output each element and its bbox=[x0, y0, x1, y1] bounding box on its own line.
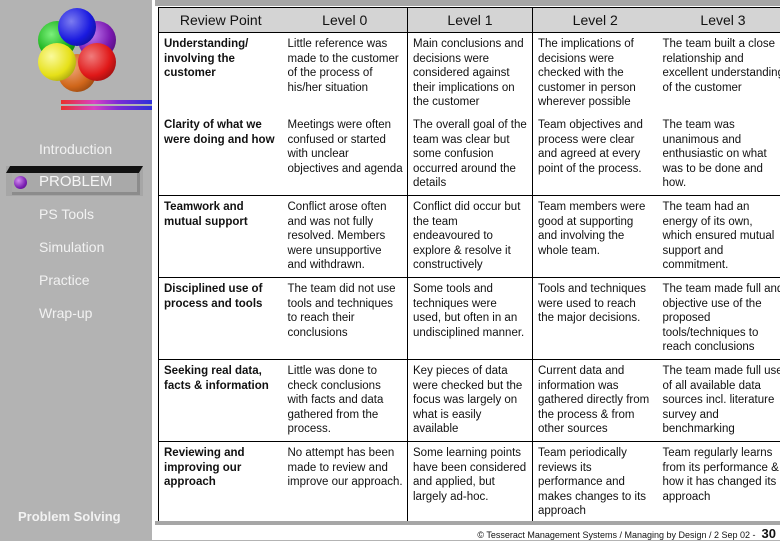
level-0-cell: No attempt has been made to review and i… bbox=[283, 442, 408, 524]
level-0-cell: Little was done to check conclusions wit… bbox=[283, 360, 408, 442]
main-content: Review Point Level 0 Level 1 Level 2 Lev… bbox=[155, 0, 780, 540]
level-0-cell: The team did not use tools and technique… bbox=[283, 278, 408, 360]
nav-item-wrap-up[interactable]: Wrap-up bbox=[39, 305, 92, 321]
level-1-cell: Conflict did occur but the team endeavou… bbox=[408, 196, 533, 278]
level-3-cell: The team was unanimous and enthusiastic … bbox=[658, 114, 780, 196]
header-level-3: Level 3 bbox=[658, 8, 780, 33]
review-point: Understanding/ involving the customer bbox=[159, 33, 283, 115]
level-0-cell: Meetings were often confused or started … bbox=[283, 114, 408, 196]
level-2-cell: Tools and techniques were used to reach … bbox=[533, 278, 658, 360]
level-1-cell: The overall goal of the team was clear b… bbox=[408, 114, 533, 196]
header-level-2: Level 2 bbox=[533, 8, 658, 33]
nav-item-introduction[interactable]: Introduction bbox=[39, 141, 112, 157]
logo-icon bbox=[36, 8, 116, 94]
nav-item-problem-label: PROBLEM bbox=[39, 173, 112, 190]
header-level-1: Level 1 bbox=[408, 8, 533, 33]
level-2-cell: Current data and information was gathere… bbox=[533, 360, 658, 442]
footer-divider bbox=[155, 521, 780, 525]
level-1-cell: Key pieces of data were checked but the … bbox=[408, 360, 533, 442]
level-3-cell: The team built a close relationship and … bbox=[658, 33, 780, 115]
page-number: 30 bbox=[762, 526, 776, 541]
decorative-stripes bbox=[61, 100, 156, 112]
review-point: Clarity of what we were doing and how bbox=[159, 114, 283, 196]
footer-brand: Problem Solving bbox=[18, 509, 121, 524]
table-row: Reviewing and improving our approach No … bbox=[159, 442, 780, 524]
copyright-footer: © Tesseract Management Systems / Managin… bbox=[477, 526, 776, 541]
level-3-cell: The team had an energy of its own, which… bbox=[658, 196, 780, 278]
review-point: Disciplined use of process and tools bbox=[159, 278, 283, 360]
review-point: Teamwork and mutual support bbox=[159, 196, 283, 278]
table-row: Understanding/ involving the customer Li… bbox=[159, 33, 780, 115]
review-table: Review Point Level 0 Level 1 Level 2 Lev… bbox=[158, 7, 780, 524]
table-row: Seeking real data, facts & information L… bbox=[159, 360, 780, 442]
level-2-cell: Team objectives and process were clear a… bbox=[533, 114, 658, 196]
level-0-cell: Little reference was made to the custome… bbox=[283, 33, 408, 115]
level-3-cell: The team made full use of all available … bbox=[658, 360, 780, 442]
table-row: Disciplined use of process and tools The… bbox=[159, 278, 780, 360]
logo-ball-yellow bbox=[38, 43, 76, 81]
level-2-cell: Team members were good at supporting and… bbox=[533, 196, 658, 278]
bullet-icon bbox=[14, 176, 27, 189]
top-strip bbox=[155, 0, 780, 6]
level-2-cell: Team periodically reviews its performanc… bbox=[533, 442, 658, 524]
review-point: Reviewing and improving our approach bbox=[159, 442, 283, 524]
table-header-row: Review Point Level 0 Level 1 Level 2 Lev… bbox=[159, 8, 780, 33]
level-1-cell: Main conclusions and decisions were cons… bbox=[408, 33, 533, 115]
level-1-cell: Some tools and techniques were used, but… bbox=[408, 278, 533, 360]
header-review-point: Review Point bbox=[159, 8, 283, 33]
header-level-0: Level 0 bbox=[283, 8, 408, 33]
level-1-cell: Some learning points have been considere… bbox=[408, 442, 533, 524]
table-row: Teamwork and mutual support Conflict aro… bbox=[159, 196, 780, 278]
copyright-text: © Tesseract Management Systems / Managin… bbox=[477, 530, 755, 540]
level-2-cell: The implications of decisions were check… bbox=[533, 33, 658, 115]
nav-item-problem[interactable]: PROBLEM bbox=[6, 166, 143, 196]
nav-item-practice[interactable]: Practice bbox=[39, 272, 90, 288]
logo-ball-blue bbox=[58, 8, 96, 46]
nav-item-simulation[interactable]: Simulation bbox=[39, 239, 104, 255]
sidebar: Introduction PROBLEM PS Tools Simulation… bbox=[0, 0, 152, 540]
nav-item-ps-tools[interactable]: PS Tools bbox=[39, 206, 94, 222]
review-point: Seeking real data, facts & information bbox=[159, 360, 283, 442]
level-3-cell: The team made full and objective use of … bbox=[658, 278, 780, 360]
table-row: Clarity of what we were doing and how Me… bbox=[159, 114, 780, 196]
level-3-cell: Team regularly learns from its performan… bbox=[658, 442, 780, 524]
level-0-cell: Conflict arose often and was not fully r… bbox=[283, 196, 408, 278]
logo-ball-red bbox=[78, 43, 116, 81]
